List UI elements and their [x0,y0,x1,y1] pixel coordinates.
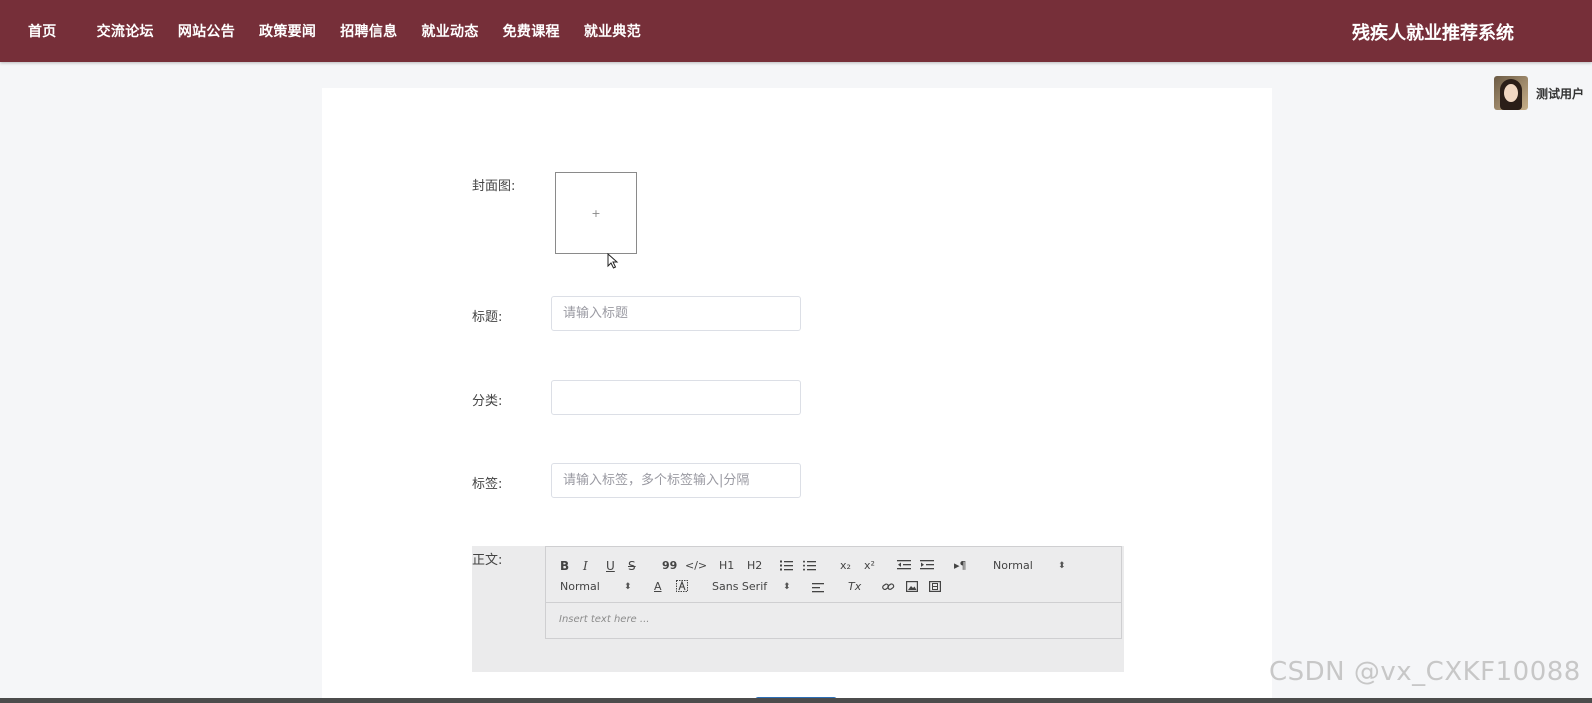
indent-icon[interactable] [920,559,934,572]
superscript-icon[interactable]: x² [864,559,875,573]
code-icon[interactable]: </> [685,559,707,573]
user-menu[interactable]: 测试用户 [1494,76,1584,110]
tags-input[interactable] [551,463,801,498]
ordered-list-icon[interactable] [779,559,793,572]
link-icon[interactable] [882,581,895,593]
nav-forum[interactable]: 交流论坛 [85,21,166,41]
title-input[interactable] [551,296,801,331]
tags-label: 标签: [472,477,503,492]
image-icon[interactable] [906,581,918,592]
cursor-icon [607,253,619,269]
nav-employment-models[interactable]: 就业典范 [572,21,653,41]
plus-icon: + [591,206,601,220]
site-title: 残疾人就业推荐系统 [1352,23,1514,44]
strike-icon[interactable]: S [628,559,636,573]
bullet-list-icon[interactable] [802,559,816,572]
content-label: 正文: [472,553,503,568]
italic-icon[interactable]: I [583,559,588,573]
category-select[interactable] [551,380,801,415]
chevron-up-down-icon[interactable]: ⬍ [783,580,791,594]
avatar[interactable] [1494,76,1528,110]
nav-free-courses[interactable]: 免费课程 [491,21,572,41]
clean-format-icon[interactable]: Tx [848,580,861,594]
bold-icon[interactable]: B [560,559,569,573]
editor-content-area[interactable]: Insert text here ... [559,614,649,625]
top-nav-bar: 首页 交流论坛 网站公告 政策要闻 招聘信息 就业动态 免费课程 就业典范 残疾… [0,0,1592,62]
outdent-icon[interactable] [897,559,911,572]
cover-upload[interactable]: + [555,172,637,254]
nav-announcements[interactable]: 网站公告 [166,21,247,41]
align-icon[interactable] [812,582,824,594]
header-select[interactable]: Normal [993,559,1033,573]
chevron-up-down-icon[interactable]: ⬍ [1058,559,1066,573]
quote-icon[interactable]: 99 [662,559,677,573]
avatar-face [1504,84,1518,102]
chevron-up-down-icon[interactable]: ⬍ [624,580,632,594]
text-color-icon[interactable]: A [654,580,662,594]
nav-home[interactable]: 首页 [16,21,85,41]
bottom-scroll-edge [0,698,1592,703]
editor-toolbar: B I U S 99 </> H1 H2 x₂ x² ▸¶ Normal ⬍ N… [546,547,1121,603]
video-icon[interactable] [929,581,941,592]
nav-employment-news[interactable]: 就业动态 [409,21,490,41]
font-select[interactable]: Sans Serif [712,580,767,594]
text-direction-icon[interactable]: ▸¶ [954,559,967,573]
rich-text-editor: B I U S 99 </> H1 H2 x₂ x² ▸¶ Normal ⬍ N… [545,546,1122,639]
nav-recruitment[interactable]: 招聘信息 [328,21,409,41]
subscript-icon[interactable]: x₂ [840,559,851,573]
main-nav: 首页 交流论坛 网站公告 政策要闻 招聘信息 就业动态 免费课程 就业典范 [16,0,653,62]
background-color-icon[interactable] [676,580,688,592]
user-name[interactable]: 测试用户 [1536,85,1584,102]
category-label: 分类: [472,394,503,409]
cover-label: 封面图: [472,179,516,194]
underline-icon[interactable]: U [606,559,615,573]
h2-icon[interactable]: H2 [747,559,762,573]
title-label: 标题: [472,310,503,325]
watermark: CSDN @vx_CXKF10088 [1269,657,1581,687]
h1-icon[interactable]: H1 [719,559,734,573]
size-select[interactable]: Normal [560,580,600,594]
nav-policy-news[interactable]: 政策要闻 [247,21,328,41]
